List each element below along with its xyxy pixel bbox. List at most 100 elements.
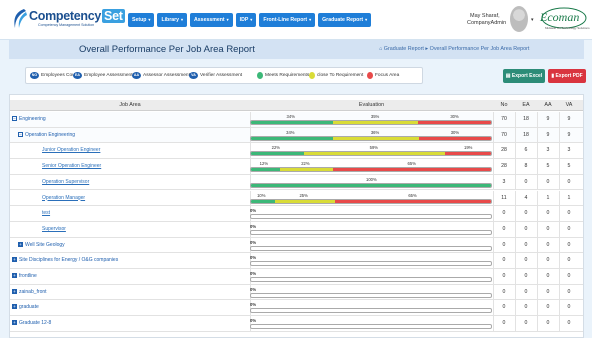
zero-percent-label: 0% <box>250 271 257 276</box>
column-divider <box>537 237 538 253</box>
page-title-bar: Overall Performance Per Job Area Report … <box>9 40 584 59</box>
avatar[interactable] <box>510 6 528 32</box>
column-divider <box>493 316 494 331</box>
export-pdf-button[interactable]: ▮ Export PDF <box>548 69 586 83</box>
zero-percent-label: 0% <box>250 286 257 292</box>
job-area-name[interactable]: + Site Disciplines for Energy / O&G compa… <box>12 257 118 263</box>
column-divider <box>537 143 538 159</box>
nav-assessment-button[interactable]: Assessment ▾ <box>190 13 233 27</box>
nav-setup-button[interactable]: Setup ▾ <box>128 13 155 27</box>
legend-bar: NO Employees Count EA Employee Assessment … <box>9 59 584 90</box>
job-area-name[interactable]: − Operation Engineering <box>18 131 75 138</box>
progress-track <box>250 324 492 330</box>
column-divider <box>559 284 560 300</box>
table-row: test 0% 0 0 0 0 <box>10 206 583 222</box>
column-divider <box>559 269 560 284</box>
user-role: CompanyAdmin <box>467 20 507 26</box>
green-percent-label: 12% <box>259 161 269 167</box>
job-area-label: Operation Supervisor <box>42 178 90 185</box>
job-area-label: Graduate 12-8 <box>19 320 52 327</box>
column-divider <box>515 143 516 159</box>
header-va: VA <box>565 102 573 108</box>
cell-aa: 5 <box>546 163 550 170</box>
red-segment <box>445 152 491 156</box>
job-area-name[interactable]: Senior Operation Engineer <box>42 163 101 169</box>
yellow-segment <box>332 136 419 140</box>
competencyset-logo[interactable]: Competency Set Competency Management Solu… <box>12 8 125 32</box>
legend-label: Focus Area <box>375 73 400 78</box>
table-row: Operation Supervisor 100% 3 0 0 0 <box>10 174 583 191</box>
evaluation-bar: 0% <box>250 318 492 330</box>
job-area-name[interactable]: + graduate <box>12 304 39 310</box>
logo-subtitle: Competency Management Solution <box>38 23 95 27</box>
expand-icon[interactable]: + <box>12 257 17 263</box>
column-divider <box>537 206 538 221</box>
cell-no: 28 <box>501 163 507 170</box>
cell-ea: 18 <box>523 131 529 138</box>
logo-text: Competency Set <box>29 9 125 23</box>
red-segment <box>418 136 491 140</box>
job-area-name[interactable]: test <box>42 210 50 216</box>
column-divider <box>515 174 516 190</box>
chevron-down-icon: ▾ <box>250 17 253 22</box>
red-segment <box>418 121 491 124</box>
job-area-name[interactable]: − Engineering <box>12 116 46 122</box>
job-area-name[interactable]: + frontline <box>12 273 37 279</box>
breadcrumb: ⌂ Graduate Report ▸ Overall Performance … <box>379 46 529 52</box>
nav-front-line-report-button[interactable]: Front-Line Report ▾ <box>259 13 316 27</box>
nav-idp-button[interactable]: IDP ▾ <box>235 13 257 27</box>
column-divider <box>537 284 538 300</box>
expand-icon[interactable]: + <box>12 304 17 310</box>
cell-no: 0 <box>502 241 506 248</box>
header-aa: AA <box>544 102 552 108</box>
job-area-label: zainab_front <box>19 288 47 295</box>
collapse-icon[interactable]: − <box>18 131 23 137</box>
job-area-name[interactable]: Operation Supervisor <box>42 179 89 185</box>
yellow-segment <box>303 152 446 156</box>
cell-ea: 0 <box>524 225 528 232</box>
nav-library-button[interactable]: Library ▾ <box>157 13 188 27</box>
nav-label: Front-Line Report <box>263 17 308 23</box>
column-divider <box>493 237 494 253</box>
column-divider <box>493 112 494 127</box>
legend-label: Meets Requirements <box>265 73 310 78</box>
column-divider <box>537 159 538 174</box>
red-segment <box>333 168 491 172</box>
progress-track <box>250 308 492 314</box>
expand-icon[interactable]: + <box>18 241 23 247</box>
job-area-name[interactable]: Supervisor <box>42 226 66 232</box>
job-area-name[interactable]: + Graduate 12-8 <box>12 320 51 326</box>
evaluation-bar: 34% 35% 30% <box>250 114 492 126</box>
nav-graduate-report-button[interactable]: Graduate Report ▾ <box>318 13 372 27</box>
zero-percent-label: 0% <box>250 255 257 261</box>
column-divider <box>515 269 516 284</box>
job-area-name[interactable]: Operation Manager <box>42 195 85 201</box>
column-divider <box>493 269 494 284</box>
breadcrumb-separator-icon: ▸ <box>425 46 429 52</box>
cell-va: 0 <box>567 241 571 248</box>
job-area-name[interactable]: Junior Operation Engineer <box>42 147 100 153</box>
expand-icon[interactable]: + <box>12 320 17 326</box>
job-area-label: test <box>42 210 51 217</box>
column-divider <box>537 112 538 127</box>
logo-swoosh-icon <box>14 9 27 28</box>
nav-label: Library <box>161 17 180 23</box>
cell-no: 0 <box>502 304 506 311</box>
cell-no: 0 <box>502 257 506 264</box>
red-percent-label: 65% <box>408 192 417 198</box>
progress-track <box>250 167 492 173</box>
job-area-name[interactable]: + zainab_front <box>12 288 47 295</box>
collapse-icon[interactable]: − <box>12 116 17 121</box>
expand-icon[interactable]: + <box>12 288 17 294</box>
export-excel-button[interactable]: ▤ Export Excel <box>503 69 545 83</box>
breadcrumb-parent-link[interactable]: Graduate Report <box>384 46 424 52</box>
chevron-down-icon[interactable]: ▾ <box>531 17 534 23</box>
cell-ea: 0 <box>524 257 528 264</box>
job-area-name[interactable]: + Well Site Geology <box>18 241 65 248</box>
job-area-label: Senior Operation Engineer <box>42 163 102 170</box>
expand-icon[interactable]: + <box>12 273 17 278</box>
legend-badge-icon: VA <box>189 72 198 79</box>
green-segment <box>251 183 491 187</box>
column-divider <box>515 300 516 316</box>
column-divider <box>537 174 538 190</box>
